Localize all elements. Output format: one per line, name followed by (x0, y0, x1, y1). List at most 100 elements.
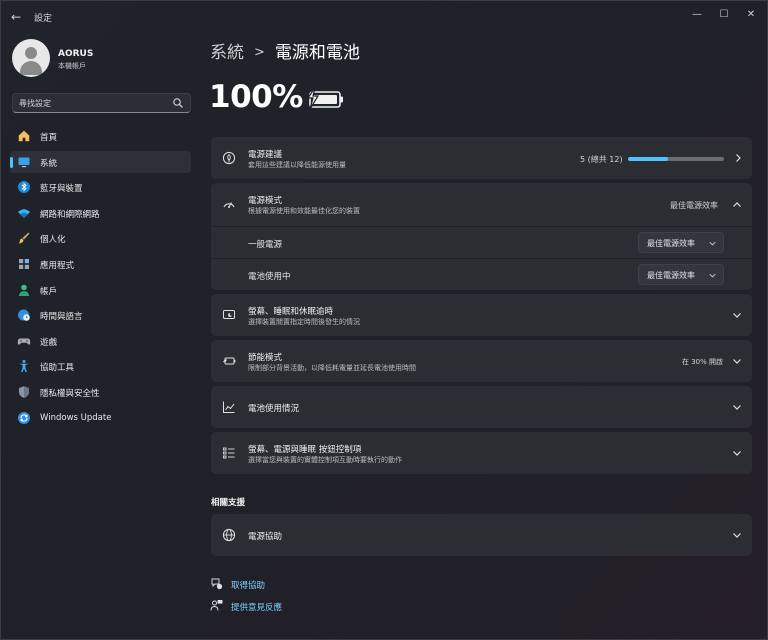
user-name: AORUS (58, 49, 94, 59)
sidebar-item-time-language[interactable]: 時間與語言 (10, 304, 191, 326)
home-icon (18, 130, 30, 142)
power-help-title: 電源協助 (248, 532, 283, 542)
button-controls-card[interactable]: 螢幕、電源與睡眠 按鈕控制項 選擇當您與裝置的實體控制項互動時要執行的動作 (211, 432, 752, 474)
power-mode-value: 最佳電源效率 (670, 201, 718, 210)
screen-sleep-subtitle: 選擇裝置閒置指定時間後發生的情況 (248, 318, 360, 326)
brush-icon (19, 232, 30, 244)
sidebar-item-accounts[interactable]: 帳戶 (10, 279, 191, 301)
sidebar-item-label: 網路和網際網路 (40, 209, 100, 220)
search-icon[interactable] (172, 97, 184, 109)
power-mode-card: 電源模式 根據電源使用和效能最佳化您的裝置 最佳電源效率 一般電源 最佳電源效率… (211, 183, 752, 290)
sidebar-item-label: 首頁 (40, 133, 58, 143)
on-battery-label: 電池使用中 (248, 272, 291, 282)
accessibility-icon (19, 360, 29, 373)
sidebar-item-privacy[interactable]: 隱私權與安全性 (10, 381, 191, 403)
chevron-down-icon (709, 241, 716, 246)
breadcrumb-chevron-icon: > (254, 45, 265, 60)
user-profile[interactable]: AORUS 本機帳戶 (12, 39, 192, 79)
screen-sleep-icon (223, 310, 235, 319)
sidebar-item-label: 系統 (40, 158, 58, 169)
sidebar-item-label: 應用程式 (40, 260, 75, 271)
bluetooth-icon (18, 181, 30, 194)
chevron-down-icon (709, 273, 716, 278)
chevron-down-icon[interactable] (732, 530, 742, 540)
dropdown-value: 最佳電源效率 (647, 271, 695, 280)
account-type: 本機帳戶 (58, 62, 86, 70)
power-mode-battery-row: 電池使用中 最佳電源效率 (211, 258, 752, 290)
update-icon (18, 411, 30, 424)
sidebar-item-system[interactable]: 系統 (10, 150, 191, 173)
battery-usage-card[interactable]: 電池使用情況 (211, 386, 752, 428)
screen-sleep-title: 螢幕、睡眠和休眠逾時 (248, 307, 334, 317)
maximize-button[interactable]: ☐ (712, 6, 736, 24)
sidebar-item-label: 個人化 (40, 235, 66, 246)
sidebar-item-bluetooth[interactable]: 藍牙與裝置 (10, 176, 191, 198)
search-input[interactable] (19, 97, 169, 110)
shield-icon (19, 386, 29, 398)
get-help-label: 取得協助 (231, 581, 266, 591)
power-mode-header[interactable]: 電源模式 根據電源使用和效能最佳化您的裝置 最佳電源效率 (211, 183, 752, 226)
chevron-down-icon[interactable] (732, 310, 742, 320)
battery-usage-title: 電池使用情況 (248, 404, 300, 414)
wifi-icon (18, 209, 30, 218)
person-icon (19, 284, 29, 296)
avatar-head (25, 47, 37, 59)
close-button[interactable]: ✕ (739, 6, 763, 24)
power-help-card[interactable]: 電源協助 (211, 514, 752, 556)
on-battery-mode-dropdown[interactable]: 最佳電源效率 (638, 264, 724, 285)
sidebar-item-label: 隱私權與安全性 (40, 388, 100, 399)
sidebar-item-network[interactable]: 網路和網際網路 (10, 202, 191, 224)
progress-fill (628, 157, 669, 161)
battery-charging-icon (306, 87, 343, 110)
globe-icon (222, 528, 236, 542)
sidebar-item-label: Windows Update (40, 412, 112, 423)
sidebar-item-label: 遊戲 (40, 337, 58, 348)
breadcrumb-parent[interactable]: 系統 (210, 43, 244, 63)
energy-saver-card[interactable]: 節能模式 限制部分背景活動，以降低耗電量並延長電池使用時間 在 30% 開啟 (211, 340, 752, 382)
search-box[interactable] (12, 93, 191, 113)
power-recommendations-title: 電源建議 (248, 150, 283, 160)
sidebar-item-label: 帳戶 (40, 286, 58, 297)
leaf-icon (222, 151, 236, 165)
page-title: 電源和電池 (274, 43, 360, 63)
avatar (12, 39, 50, 77)
dropdown-value: 最佳電源效率 (647, 239, 695, 248)
chevron-down-icon[interactable] (732, 356, 742, 366)
minimize-button[interactable]: — (685, 6, 709, 24)
battery-percentage: 100% (209, 79, 303, 115)
chevron-up-icon[interactable] (732, 200, 742, 210)
power-mode-gauge-icon (223, 202, 235, 208)
feedback-person-icon (210, 600, 223, 611)
settings-window: ← 設定 — ☐ ✕ AORUS 本機帳戶 首頁 (0, 0, 768, 640)
sidebar-item-home[interactable]: 首頁 (10, 125, 191, 147)
sidebar-item-accessibility[interactable]: 協助工具 (10, 355, 191, 377)
sidebar-item-label: 時間與語言 (40, 312, 83, 323)
sidebar-item-personalization[interactable]: 個人化 (10, 227, 191, 249)
energy-saver-subtitle: 限制部分背景活動，以降低耗電量並延長電池使用時間 (248, 364, 416, 372)
button-list-icon (223, 447, 235, 459)
globe-clock-icon (18, 309, 30, 321)
sidebar-item-label: 藍牙與裝置 (40, 184, 83, 195)
sidebar-nav: 首頁 系統 藍牙與裝置 網路和網際網路 個人化 應用程式 帳戶 時間與語言 遊戲… (10, 125, 191, 432)
chevron-down-icon[interactable] (732, 402, 742, 412)
window-title: 設定 (34, 14, 53, 24)
screen-sleep-card[interactable]: 螢幕、睡眠和休眠逾時 選擇裝置閒置指定時間後發生的情況 (211, 294, 752, 336)
sidebar-item-gaming[interactable]: 遊戲 (10, 330, 191, 352)
display-icon (18, 157, 30, 167)
chevron-right-icon[interactable] (733, 153, 743, 163)
button-controls-title: 螢幕、電源與睡眠 按鈕控制項 (248, 445, 362, 455)
recommendations-progress-bar (628, 157, 724, 161)
energy-saver-value: 在 30% 開啟 (682, 358, 724, 366)
button-controls-subtitle: 選擇當您與裝置的實體控制項互動時要執行的動作 (248, 456, 402, 464)
power-recommendations-card[interactable]: 電源建議 套用這些建議以降低能源使用量 5 (總共 12) (211, 137, 752, 179)
sidebar-item-apps[interactable]: 應用程式 (10, 253, 191, 275)
power-mode-plugged-row: 一般電源 最佳電源效率 (211, 226, 752, 258)
help-chat-icon (211, 578, 223, 590)
avatar-body (20, 61, 42, 75)
sidebar-item-windows-update[interactable]: Windows Update (10, 407, 191, 429)
chevron-down-icon[interactable] (732, 448, 742, 458)
energy-saver-title: 節能模式 (248, 353, 283, 363)
back-arrow-icon[interactable]: ← (11, 10, 25, 24)
feedback-label: 提供意見反應 (231, 603, 283, 613)
plugged-in-mode-dropdown[interactable]: 最佳電源效率 (638, 232, 724, 253)
